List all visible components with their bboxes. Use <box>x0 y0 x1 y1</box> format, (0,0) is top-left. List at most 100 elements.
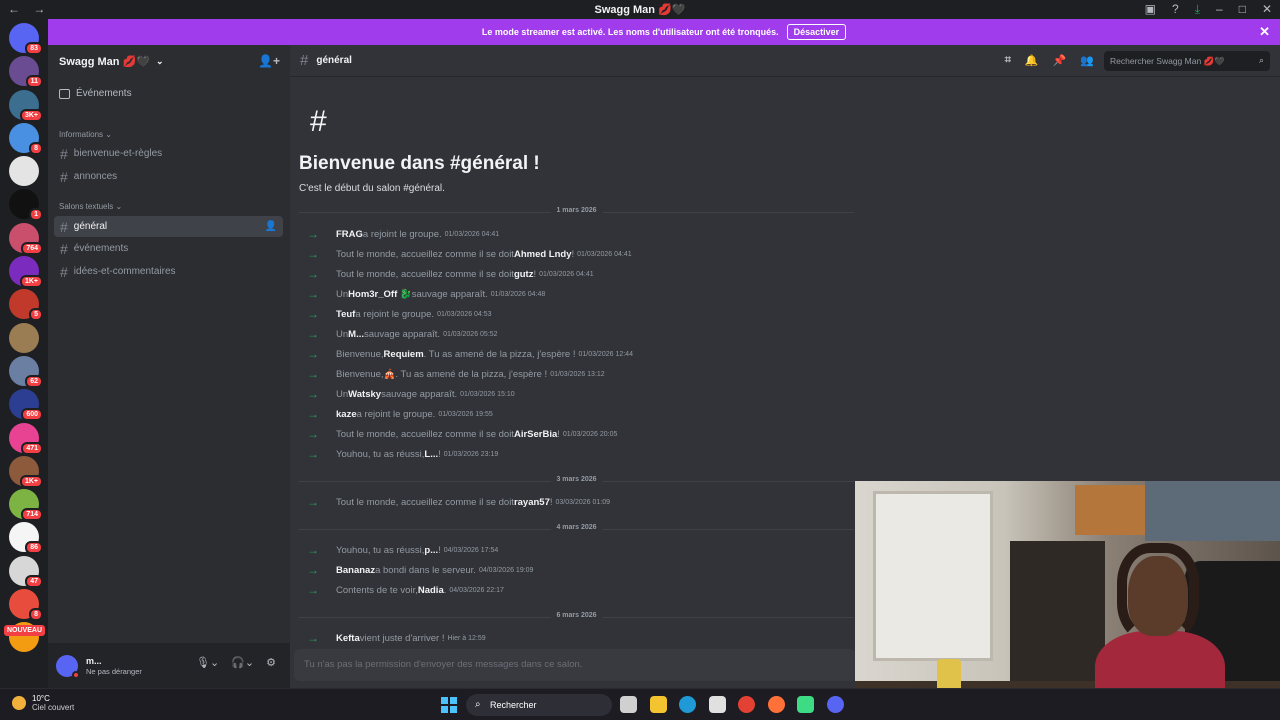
invite-icon[interactable]: 👤+ <box>258 54 280 68</box>
threads-icon[interactable]: ⌗ <box>1005 54 1011 67</box>
microphone-icon[interactable]: 🎙⌄ <box>196 656 219 669</box>
message-text: ! <box>571 248 575 260</box>
category-salons-textuels[interactable]: Salons textuels ⌄ <box>59 202 122 211</box>
headphones-icon[interactable]: 🎧⌄ <box>231 656 254 669</box>
taskbar-search[interactable]: ⌕ Rechercher <box>466 694 612 716</box>
username-link[interactable]: Teuf <box>336 309 355 320</box>
message-text: Tout le monde, accueillez comme il se do… <box>336 268 514 280</box>
server-icon[interactable]: 1K+ <box>9 455 43 488</box>
help-icon[interactable]: ? <box>1172 2 1179 17</box>
server-badge: 83 <box>25 42 43 55</box>
forward-icon[interactable]: → <box>33 2 45 16</box>
server-icon[interactable]: 3K+ <box>9 89 43 122</box>
username-link[interactable]: L... <box>424 449 438 460</box>
bell-icon[interactable]: 🔔 <box>1025 54 1039 67</box>
close-window-icon[interactable]: ✕ <box>1262 2 1272 17</box>
server-icon[interactable]: 5 <box>9 289 43 322</box>
channel-general[interactable]: # général 👤 <box>54 216 283 237</box>
username-link[interactable]: Watsky <box>348 389 381 400</box>
username-link[interactable]: 🎪 <box>384 369 396 380</box>
channel-evenements[interactable]: # événements <box>54 238 283 259</box>
discord-icon[interactable] <box>826 696 844 713</box>
message-text: Bienvenue, <box>336 348 384 360</box>
calendar-icon <box>59 88 70 99</box>
back-icon[interactable]: ← <box>8 2 20 16</box>
user-status: Ne pas déranger <box>86 666 142 676</box>
message-text: Tout le monde, accueillez comme il se do… <box>336 428 514 440</box>
username-link[interactable]: Bananaz <box>336 565 375 576</box>
settings-gear-icon[interactable]: ⚙ <box>266 656 276 669</box>
username-link[interactable]: Ahmed Lndy <box>514 249 572 260</box>
firefox-icon[interactable] <box>767 696 785 713</box>
maximize-icon[interactable]: □ <box>1239 2 1246 17</box>
server-icon[interactable]: 600 <box>9 389 43 422</box>
close-icon[interactable]: ✕ <box>1259 24 1270 40</box>
hash-icon: # <box>60 145 68 162</box>
file-explorer-icon[interactable] <box>649 696 667 713</box>
weather-widget[interactable]: 10°C Ciel couvert <box>12 694 74 712</box>
username-link[interactable]: Kefta <box>336 633 360 644</box>
android-studio-icon[interactable] <box>797 696 814 713</box>
username-link[interactable]: rayan57 <box>514 497 550 508</box>
message-text: ! <box>533 268 537 280</box>
message-text: Un <box>336 388 349 400</box>
add-member-icon[interactable]: 👤 <box>265 221 277 232</box>
message-text: ! <box>438 448 441 460</box>
server-badge: 8 <box>29 608 43 622</box>
server-icon[interactable]: 471 <box>9 422 43 455</box>
webcam-overlay <box>855 481 1280 720</box>
server-icon[interactable]: 764 <box>9 222 43 255</box>
task-view-icon[interactable] <box>620 696 637 713</box>
avatar[interactable] <box>56 654 80 679</box>
username-link[interactable]: M... <box>348 329 364 340</box>
channel-label: bienvenue-et-règles <box>73 148 163 159</box>
hash-icon: # <box>60 168 68 185</box>
date-divider: 3 mars 2026 <box>299 476 854 483</box>
server-icon[interactable]: 86 <box>9 522 43 555</box>
server-icon[interactable]: 62 <box>9 355 43 388</box>
search-input[interactable]: Rechercher Swagg Man 💋🖤 ⌕ <box>1104 51 1270 71</box>
edge-icon[interactable] <box>679 696 696 713</box>
username-link[interactable]: p... <box>424 545 438 556</box>
start-button-icon[interactable] <box>441 697 457 713</box>
message-text: ! <box>549 496 553 508</box>
category-informations[interactable]: Informations ⌄ <box>59 130 112 139</box>
server-icon[interactable] <box>9 322 39 353</box>
system-message: → Bienvenue, 🎪. Tu as amené de la pizza, … <box>307 367 605 381</box>
username-link[interactable]: Hom3r_Off 🐉 <box>348 289 412 300</box>
window-title: Swagg Man 💋🖤 <box>594 4 686 16</box>
download-icon[interactable]: ⤓ <box>1195 2 1200 17</box>
members-icon[interactable]: 👥 <box>1080 54 1094 67</box>
server-icon[interactable]: 8 <box>9 122 43 155</box>
server-icon[interactable]: 714 <box>9 489 43 522</box>
screen-icon[interactable]: ▣ <box>1145 2 1156 17</box>
username-link[interactable]: gutz <box>514 269 534 280</box>
username-link[interactable]: Nadia <box>418 585 444 596</box>
server-icon[interactable]: 47 <box>9 555 43 588</box>
username-link[interactable]: kaze <box>336 409 357 420</box>
chrome-icon[interactable] <box>738 696 755 713</box>
server-icon[interactable] <box>9 156 39 187</box>
minimize-icon[interactable]: – <box>1216 2 1223 17</box>
join-arrow-icon: → <box>307 267 319 281</box>
server-icon[interactable]: 8 <box>9 589 43 622</box>
search-placeholder: Rechercher Swagg Man 💋🖤 <box>1110 56 1225 66</box>
user-info[interactable]: m... Ne pas déranger <box>86 656 142 676</box>
username-link[interactable]: AirSerBia <box>514 429 557 440</box>
server-icon[interactable]: 1 <box>9 189 43 222</box>
server-icon[interactable]: 11 <box>9 56 43 89</box>
disable-button[interactable]: Désactiver <box>786 24 847 40</box>
pin-icon[interactable]: 📌 <box>1053 54 1067 67</box>
username-link[interactable]: Requiem <box>384 349 424 360</box>
server-header[interactable]: Swagg Man 💋🖤 ⌄ 👤+ <box>48 45 290 77</box>
server-icon[interactable]: 83 <box>9 23 43 55</box>
channel-bienvenue-et-regles[interactable]: # bienvenue-et-règles <box>54 143 283 164</box>
store-icon[interactable] <box>708 696 726 713</box>
welcome-hash-icon: # <box>310 105 327 138</box>
channel-annonces[interactable]: # annonces <box>54 166 283 187</box>
channel-idees-et-commentaires[interactable]: # idées-et-commentaires <box>54 261 283 282</box>
message-text: . Tu as amené de la pizza, j'espère ! <box>423 348 576 360</box>
username-link[interactable]: FRAG <box>336 229 363 240</box>
events-item[interactable]: Événements <box>59 88 132 99</box>
server-icon[interactable]: 1K+ <box>9 256 43 289</box>
